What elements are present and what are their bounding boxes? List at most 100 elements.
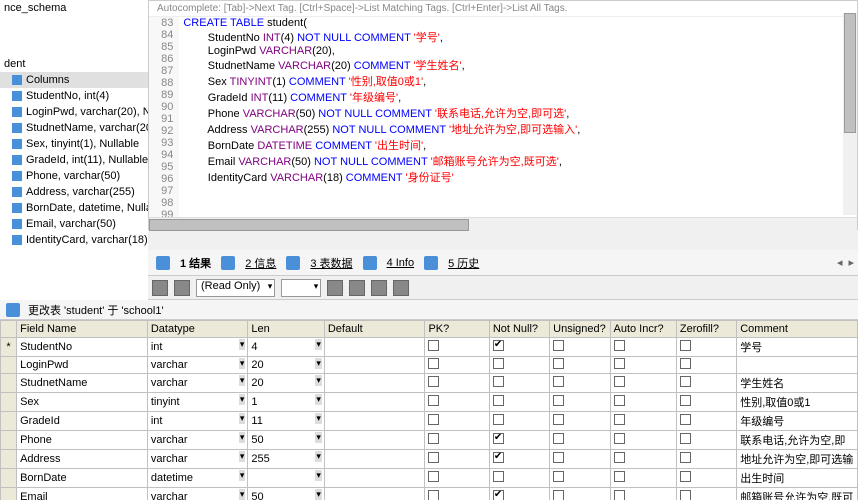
hdr-zerofill[interactable]: Zerofill? xyxy=(676,321,736,338)
unsigned-checkbox[interactable] xyxy=(553,452,564,463)
zerofill-checkbox[interactable] xyxy=(680,490,691,500)
v-scroll-thumb[interactable] xyxy=(844,13,856,133)
autoincr-checkbox[interactable] xyxy=(614,376,625,387)
cell-comment[interactable] xyxy=(737,357,858,374)
cell-default[interactable] xyxy=(324,374,425,393)
hdr-notnull[interactable]: Not Null? xyxy=(489,321,549,338)
cell-datatype[interactable]: tinyint xyxy=(147,393,248,412)
tree-column-item[interactable]: IdentityCard, varchar(18), xyxy=(0,232,148,248)
cell-len[interactable]: 20 xyxy=(248,357,324,374)
cell-fieldname[interactable]: StudnetName xyxy=(17,374,148,393)
notnull-checkbox[interactable] xyxy=(493,414,504,425)
cell-default[interactable] xyxy=(324,488,425,500)
pk-checkbox[interactable] xyxy=(428,452,439,463)
table-row[interactable]: StudnetNamevarchar20学生姓名 xyxy=(1,374,858,393)
cell-datatype[interactable]: varchar xyxy=(147,374,248,393)
hdr-comment[interactable]: Comment xyxy=(737,321,858,338)
autoincr-checkbox[interactable] xyxy=(614,358,625,369)
cell-datatype[interactable]: datetime xyxy=(147,469,248,488)
cell-fieldname[interactable]: BornDate xyxy=(17,469,148,488)
refresh-icon[interactable] xyxy=(152,280,168,296)
readonly-dropdown[interactable]: (Read Only) xyxy=(196,279,275,297)
notnull-checkbox[interactable] xyxy=(493,358,504,369)
pk-checkbox[interactable] xyxy=(428,414,439,425)
pk-checkbox[interactable] xyxy=(428,376,439,387)
table-row[interactable]: Emailvarchar50邮箱账号允许为空,既可 xyxy=(1,488,858,500)
cell-fieldname[interactable]: Sex xyxy=(17,393,148,412)
notnull-checkbox[interactable] xyxy=(493,471,504,482)
pk-checkbox[interactable] xyxy=(428,358,439,369)
zerofill-checkbox[interactable] xyxy=(680,471,691,482)
cell-comment[interactable]: 邮箱账号允许为空,既可 xyxy=(737,488,858,500)
table-row[interactable]: BornDatedatetime 出生时间 xyxy=(1,469,858,488)
table-row[interactable]: GradeIdint11年级编号 xyxy=(1,412,858,431)
export-icon[interactable] xyxy=(174,280,190,296)
unsigned-checkbox[interactable] xyxy=(553,471,564,482)
cell-len[interactable]: 4 xyxy=(248,338,324,357)
object-tree[interactable]: nce_schema dent Columns StudentNo, int(4… xyxy=(0,0,148,300)
limit-dropdown[interactable] xyxy=(281,279,321,297)
table-row[interactable]: Phonevarchar50 联系电话,允许为空,即 xyxy=(1,431,858,450)
tab-next-icon[interactable]: ▸ xyxy=(848,256,854,269)
cell-len[interactable]: 1 xyxy=(248,393,324,412)
cell-len[interactable] xyxy=(248,469,324,488)
zerofill-checkbox[interactable] xyxy=(680,358,691,369)
autoincr-checkbox[interactable] xyxy=(614,340,625,351)
code-text[interactable]: CREATE TABLE student( StudentNo INT(4) N… xyxy=(179,17,857,217)
cell-datatype[interactable]: varchar xyxy=(147,431,248,450)
zerofill-checkbox[interactable] xyxy=(680,452,691,463)
hdr-datatype[interactable]: Datatype xyxy=(147,321,248,338)
cell-default[interactable] xyxy=(324,431,425,450)
tab-info[interactable]: 2 信息 xyxy=(239,255,282,271)
pk-checkbox[interactable] xyxy=(428,433,439,444)
cell-default[interactable] xyxy=(324,393,425,412)
pk-checkbox[interactable] xyxy=(428,471,439,482)
tree-column-item[interactable]: StudentNo, int(4) xyxy=(0,88,148,104)
table-row[interactable]: *StudentNoint4学号 xyxy=(1,338,858,357)
zerofill-checkbox[interactable] xyxy=(680,395,691,406)
cell-fieldname[interactable]: Phone xyxy=(17,431,148,450)
autoincr-checkbox[interactable] xyxy=(614,395,625,406)
autoincr-checkbox[interactable] xyxy=(614,490,625,500)
cell-comment[interactable]: 联系电话,允许为空,即 xyxy=(737,431,858,450)
tree-column-item[interactable]: StudnetName, varchar(20) xyxy=(0,120,148,136)
cell-comment[interactable]: 学号 xyxy=(737,338,858,357)
pk-checkbox[interactable] xyxy=(428,395,439,406)
tree-column-item[interactable]: Phone, varchar(50) xyxy=(0,168,148,184)
unsigned-checkbox[interactable] xyxy=(553,414,564,425)
cell-fieldname[interactable]: StudentNo xyxy=(17,338,148,357)
autoincr-checkbox[interactable] xyxy=(614,452,625,463)
tree-column-item[interactable]: BornDate, datetime, Nulla xyxy=(0,200,148,216)
hdr-unsigned[interactable]: Unsigned? xyxy=(550,321,610,338)
cell-fieldname[interactable]: LoginPwd xyxy=(17,357,148,374)
cell-datatype[interactable]: varchar xyxy=(147,488,248,500)
notnull-checkbox[interactable] xyxy=(493,376,504,387)
cell-comment[interactable]: 学生姓名 xyxy=(737,374,858,393)
cell-comment[interactable]: 出生时间 xyxy=(737,469,858,488)
tool-icon-3[interactable] xyxy=(371,280,387,296)
cell-fieldname[interactable]: Address xyxy=(17,450,148,469)
hdr-fieldname[interactable]: Field Name xyxy=(17,321,148,338)
notnull-checkbox[interactable] xyxy=(493,340,504,351)
tab-info2[interactable]: 4 Info xyxy=(381,257,421,269)
cell-comment[interactable]: 地址允许为空,即可选输 xyxy=(737,450,858,469)
cell-default[interactable] xyxy=(324,338,425,357)
h-scroll-thumb[interactable] xyxy=(149,219,469,231)
cell-len[interactable]: 50 xyxy=(248,431,324,450)
table-row[interactable]: LoginPwdvarchar20 xyxy=(1,357,858,374)
column-grid[interactable]: Field Name Datatype Len Default PK? Not … xyxy=(0,320,858,500)
hdr-autoincr[interactable]: Auto Incr? xyxy=(610,321,676,338)
notnull-checkbox[interactable] xyxy=(493,395,504,406)
unsigned-checkbox[interactable] xyxy=(553,358,564,369)
tree-node-table[interactable]: dent xyxy=(0,56,148,72)
hdr-pk[interactable]: PK? xyxy=(425,321,489,338)
tool-icon-1[interactable] xyxy=(327,280,343,296)
tab-result[interactable]: 1 结果 xyxy=(174,255,217,271)
unsigned-checkbox[interactable] xyxy=(553,395,564,406)
pk-checkbox[interactable] xyxy=(428,340,439,351)
tree-columns-folder[interactable]: Columns xyxy=(0,72,148,88)
table-row[interactable]: Addressvarchar255地址允许为空,即可选输 xyxy=(1,450,858,469)
tree-column-item[interactable]: Email, varchar(50) xyxy=(0,216,148,232)
unsigned-checkbox[interactable] xyxy=(553,376,564,387)
notnull-checkbox[interactable] xyxy=(493,490,504,500)
